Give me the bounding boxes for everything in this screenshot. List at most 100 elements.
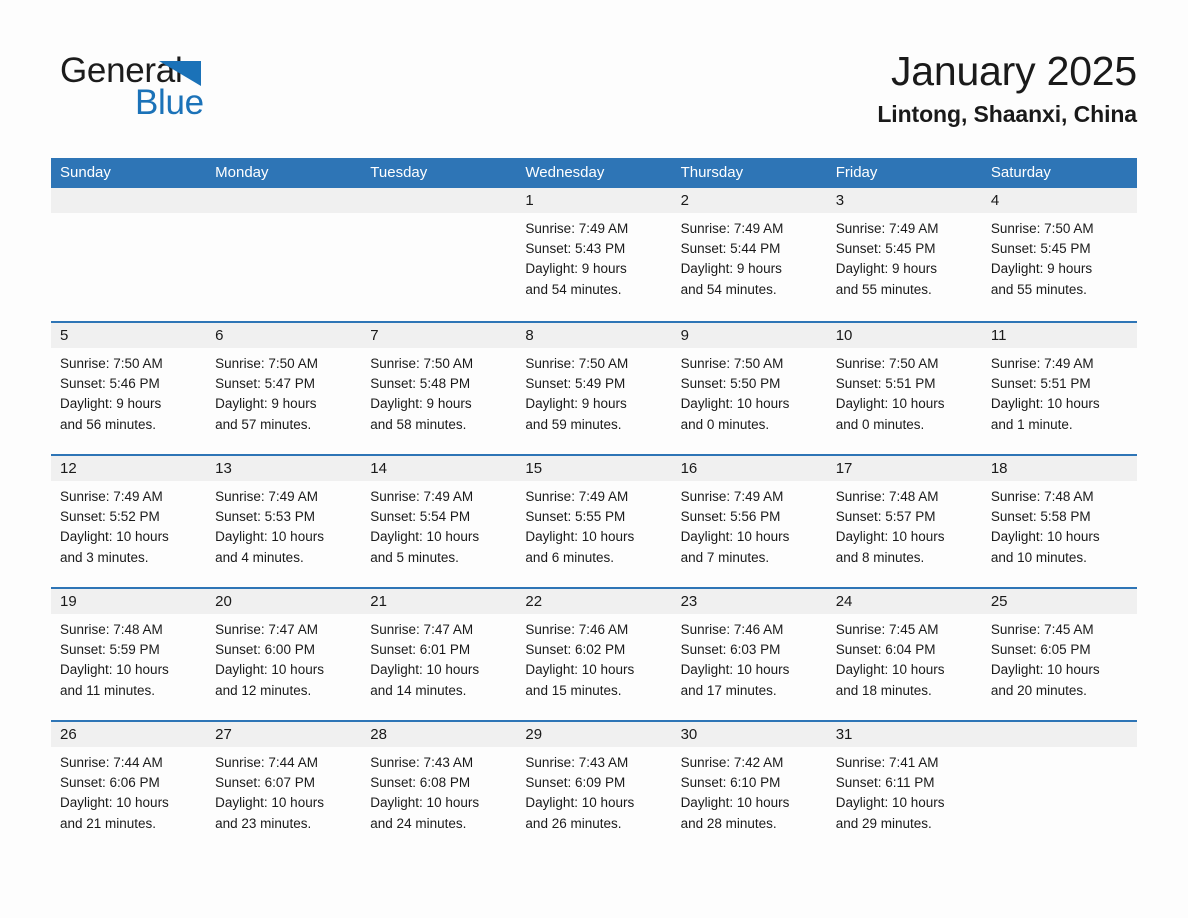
day-cell[interactable]: 30 Sunrise: 7:42 AM Sunset: 6:10 PM Dayl…: [671, 722, 827, 853]
day-number: 25: [981, 589, 1137, 614]
day-cell[interactable]: 10 Sunrise: 7:50 AM Sunset: 5:51 PM Dayl…: [826, 323, 982, 454]
sunset-text: Sunset: 5:51 PM: [835, 376, 936, 392]
day-number: 14: [361, 456, 517, 481]
week-row: 19 Sunrise: 7:48 AM Sunset: 5:59 PM Dayl…: [51, 587, 1137, 720]
day-info: Sunrise: 7:43 AM Sunset: 6:08 PM Dayligh…: [361, 747, 516, 834]
day-number: 20: [206, 589, 362, 614]
weekday-header-friday: Friday: [835, 164, 878, 181]
day-info: Sunrise: 7:46 AM Sunset: 6:03 PM Dayligh…: [672, 614, 827, 701]
day-cell[interactable]: 27 Sunrise: 7:44 AM Sunset: 6:07 PM Dayl…: [206, 722, 362, 853]
day-cell[interactable]: 26 Sunrise: 7:44 AM Sunset: 6:06 PM Dayl…: [51, 722, 207, 853]
day-cell[interactable]: 8 Sunrise: 7:50 AM Sunset: 5:49 PM Dayli…: [516, 323, 672, 454]
day-cell[interactable]: 25 Sunrise: 7:45 AM Sunset: 6:05 PM Dayl…: [981, 589, 1137, 720]
day-number: 23: [671, 589, 827, 614]
day-number: 5: [51, 323, 207, 348]
sunset-text: Sunset: 6:05 PM: [990, 642, 1091, 658]
daylight-text-line1: Daylight: 9 hours: [215, 396, 317, 412]
day-cell[interactable]: 17 Sunrise: 7:48 AM Sunset: 5:57 PM Dayl…: [826, 456, 982, 587]
day-cell[interactable]: 12 Sunrise: 7:49 AM Sunset: 5:52 PM Dayl…: [51, 456, 207, 587]
day-number: 8: [516, 323, 672, 348]
day-number: 31: [826, 722, 982, 747]
day-info: Sunrise: 7:44 AM Sunset: 6:06 PM Dayligh…: [51, 747, 206, 834]
day-info: [361, 213, 516, 219]
sunset-text: Sunset: 5:51 PM: [990, 376, 1091, 392]
day-cell[interactable]: 22 Sunrise: 7:46 AM Sunset: 6:02 PM Dayl…: [516, 589, 672, 720]
day-cell[interactable]: 2 Sunrise: 7:49 AM Sunset: 5:44 PM Dayli…: [671, 188, 827, 321]
day-cell[interactable]: 20 Sunrise: 7:47 AM Sunset: 6:00 PM Dayl…: [206, 589, 362, 720]
page-title: January 2025: [890, 48, 1137, 94]
sunrise-text: Sunrise: 7:49 AM: [680, 221, 784, 236]
day-cell[interactable]: 9 Sunrise: 7:50 AM Sunset: 5:50 PM Dayli…: [671, 323, 827, 454]
daylight-text-line2: and 58 minutes.: [370, 416, 467, 432]
day-cell[interactable]: 1 Sunrise: 7:49 AM Sunset: 5:43 PM Dayli…: [516, 188, 672, 321]
day-cell[interactable]: 24 Sunrise: 7:45 AM Sunset: 6:04 PM Dayl…: [826, 589, 982, 720]
day-info: Sunrise: 7:41 AM Sunset: 6:11 PM Dayligh…: [827, 747, 982, 834]
sunrise-text: Sunrise: 7:49 AM: [60, 489, 163, 504]
daylight-text-line2: and 17 minutes.: [680, 682, 777, 698]
day-info: Sunrise: 7:49 AM Sunset: 5:45 PM Dayligh…: [827, 213, 982, 300]
day-number: 16: [671, 456, 827, 481]
day-cell[interactable]: 29 Sunrise: 7:43 AM Sunset: 6:09 PM Dayl…: [516, 722, 672, 853]
week-row: 1 Sunrise: 7:49 AM Sunset: 5:43 PM Dayli…: [51, 188, 1137, 321]
day-number: 26: [51, 722, 207, 747]
sunset-text: Sunset: 6:02 PM: [525, 642, 626, 658]
day-cell[interactable]: 7 Sunrise: 7:50 AM Sunset: 5:48 PM Dayli…: [361, 323, 517, 454]
sunrise-text: Sunrise: 7:50 AM: [680, 356, 784, 371]
daylight-text-line1: Daylight: 9 hours: [525, 396, 627, 412]
day-cell[interactable]: 13 Sunrise: 7:49 AM Sunset: 5:53 PM Dayl…: [206, 456, 362, 587]
page-header: General Blue January 2025 Lintong, Shaan…: [51, 44, 1137, 152]
day-cell[interactable]: 5 Sunrise: 7:50 AM Sunset: 5:46 PM Dayli…: [51, 323, 207, 454]
day-info: Sunrise: 7:46 AM Sunset: 6:02 PM Dayligh…: [516, 614, 671, 701]
generalblue-logo[interactable]: General Blue: [60, 51, 320, 131]
day-cell[interactable]: 23 Sunrise: 7:46 AM Sunset: 6:03 PM Dayl…: [671, 589, 827, 720]
daylight-text-line2: and 7 minutes.: [680, 549, 770, 565]
day-cell[interactable]: 19 Sunrise: 7:48 AM Sunset: 5:59 PM Dayl…: [51, 589, 207, 720]
day-cell[interactable]: 21 Sunrise: 7:47 AM Sunset: 6:01 PM Dayl…: [361, 589, 517, 720]
sunset-text: Sunset: 6:06 PM: [60, 775, 160, 791]
daylight-text-line2: and 24 minutes.: [370, 815, 467, 831]
day-cell: [206, 188, 362, 321]
day-cell[interactable]: 6 Sunrise: 7:50 AM Sunset: 5:47 PM Dayli…: [206, 323, 362, 454]
daylight-text-line1: Daylight: 10 hours: [835, 529, 945, 545]
day-cell[interactable]: 18 Sunrise: 7:48 AM Sunset: 5:58 PM Dayl…: [981, 456, 1137, 587]
daylight-text-line2: and 4 minutes.: [215, 549, 304, 565]
day-cell[interactable]: 28 Sunrise: 7:43 AM Sunset: 6:08 PM Dayl…: [361, 722, 517, 853]
daylight-text-line2: and 29 minutes.: [835, 815, 932, 831]
daylight-text-line1: Daylight: 10 hours: [370, 662, 480, 678]
day-cell[interactable]: 4 Sunrise: 7:50 AM Sunset: 5:45 PM Dayli…: [981, 188, 1137, 321]
day-cell[interactable]: 15 Sunrise: 7:49 AM Sunset: 5:55 PM Dayl…: [516, 456, 672, 587]
daylight-text-line2: and 57 minutes.: [215, 416, 312, 432]
day-number: 12: [51, 456, 207, 481]
day-cell[interactable]: 3 Sunrise: 7:49 AM Sunset: 5:45 PM Dayli…: [826, 188, 982, 321]
daylight-text-line2: and 59 minutes.: [525, 416, 622, 432]
sunrise-text: Sunrise: 7:50 AM: [215, 356, 318, 371]
day-info: Sunrise: 7:49 AM Sunset: 5:43 PM Dayligh…: [516, 213, 671, 300]
logo-text-blue: Blue: [135, 83, 204, 122]
sunset-text: Sunset: 6:11 PM: [835, 775, 935, 791]
day-cell[interactable]: 31 Sunrise: 7:41 AM Sunset: 6:11 PM Dayl…: [826, 722, 982, 853]
day-info: Sunrise: 7:45 AM Sunset: 6:04 PM Dayligh…: [827, 614, 982, 701]
day-info: Sunrise: 7:49 AM Sunset: 5:51 PM Dayligh…: [982, 348, 1137, 435]
sunrise-text: Sunrise: 7:50 AM: [835, 356, 939, 371]
daylight-text-line2: and 8 minutes.: [835, 549, 925, 565]
day-cell[interactable]: 11 Sunrise: 7:49 AM Sunset: 5:51 PM Dayl…: [981, 323, 1137, 454]
sunrise-text: Sunrise: 7:46 AM: [525, 622, 629, 637]
sunrise-text: Sunrise: 7:47 AM: [215, 622, 318, 637]
daylight-text-line1: Daylight: 10 hours: [215, 662, 324, 678]
day-cell[interactable]: 16 Sunrise: 7:49 AM Sunset: 5:56 PM Dayl…: [671, 456, 827, 587]
calendar-grid: Sunday Monday Tuesday Wednesday Thursday…: [51, 158, 1137, 853]
day-number: 24: [826, 589, 982, 614]
title-block: January 2025 Lintong, Shaanxi, China: [877, 44, 1137, 130]
day-info: Sunrise: 7:43 AM Sunset: 6:09 PM Dayligh…: [516, 747, 671, 834]
day-info: Sunrise: 7:50 AM Sunset: 5:51 PM Dayligh…: [827, 348, 982, 435]
weekday-header-saturday: Saturday: [990, 164, 1051, 181]
daylight-text-line1: Daylight: 10 hours: [525, 795, 635, 811]
day-number: 18: [981, 456, 1137, 481]
day-info: Sunrise: 7:50 AM Sunset: 5:47 PM Dayligh…: [206, 348, 361, 435]
sunset-text: Sunset: 5:59 PM: [60, 642, 160, 658]
sunset-text: Sunset: 5:54 PM: [370, 509, 471, 525]
daylight-text-line1: Daylight: 10 hours: [680, 662, 790, 678]
sunset-text: Sunset: 6:00 PM: [215, 642, 315, 658]
day-info: [51, 213, 206, 219]
day-cell[interactable]: 14 Sunrise: 7:49 AM Sunset: 5:54 PM Dayl…: [361, 456, 517, 587]
